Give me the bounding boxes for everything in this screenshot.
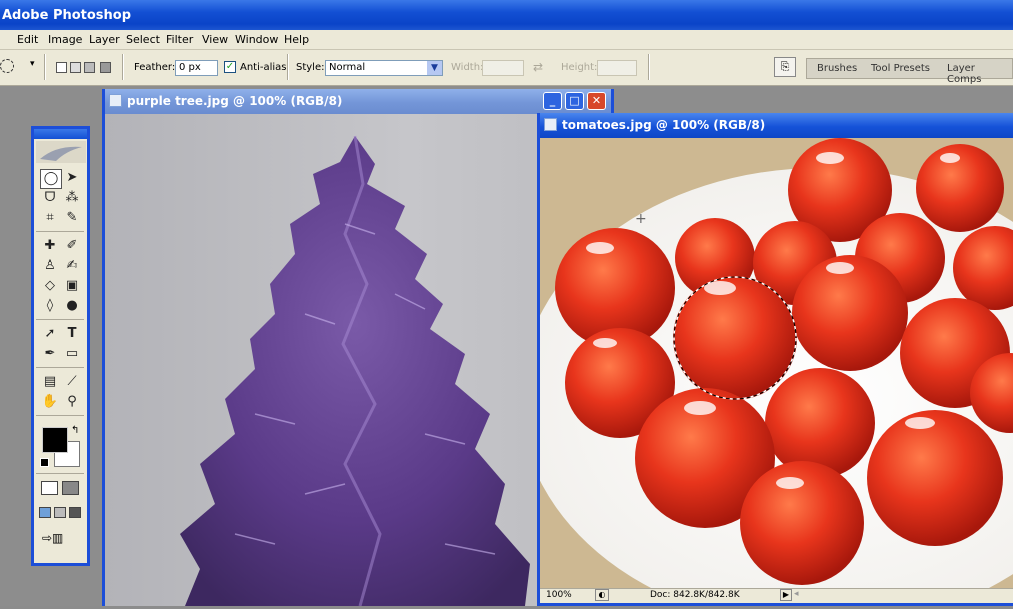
menu-image[interactable]: Image: [48, 33, 82, 46]
menu-layer[interactable]: Layer: [89, 33, 120, 46]
add-to-selection-icon[interactable]: [70, 62, 81, 73]
lasso-tool-icon[interactable]: ᗜ: [40, 189, 60, 207]
document-titlebar[interactable]: tomatoes.jpg @ 100% (RGB/8): [540, 113, 1013, 138]
status-preview-icon[interactable]: ◐: [595, 589, 609, 601]
zoom-tool-icon[interactable]: ⚲: [62, 393, 82, 411]
toolbox-titlebar[interactable]: [34, 129, 87, 139]
style-label: Style:: [296, 62, 325, 73]
maximize-button[interactable]: □: [565, 92, 584, 110]
document-icon: [109, 94, 122, 107]
foreground-color-swatch[interactable]: [42, 427, 68, 453]
zoom-level[interactable]: 100%: [546, 590, 572, 600]
notes-tool-icon[interactable]: ▤: [40, 373, 60, 391]
menu-view[interactable]: View: [202, 33, 228, 46]
eyedropper-tool-icon[interactable]: ⟋: [62, 373, 82, 391]
feather-input[interactable]: 0 px: [175, 60, 218, 76]
options-bar: ▾ Feather: 0 px ✓ Anti-alias Style: Norm…: [0, 50, 1013, 86]
intersect-selection-icon[interactable]: [100, 62, 111, 73]
healing-brush-tool-icon[interactable]: ✚: [40, 237, 60, 255]
status-menu-arrow-icon[interactable]: ▶: [780, 589, 792, 601]
palette-tab-brushes[interactable]: Brushes: [817, 63, 857, 74]
app-title: Adobe Photoshop: [2, 8, 132, 23]
full-screen-mode-icon[interactable]: [69, 507, 81, 518]
hand-tool-icon[interactable]: ✋: [40, 393, 60, 411]
toolbox: ◯ ➤ ᗜ ⁂ ⌗ ✎ ✚ ✐ ♙ ✍ ◇ ▣ ◊ ● ➚ T ✒ ▭ ▤ ⟋ …: [31, 126, 90, 566]
minimize-button[interactable]: _: [543, 92, 562, 110]
swap-dimensions-icon[interactable]: ⇄: [533, 60, 543, 74]
history-brush-tool-icon[interactable]: ✍: [62, 257, 82, 275]
dodge-tool-icon[interactable]: ●: [62, 297, 82, 315]
swap-colors-icon[interactable]: ↰: [71, 425, 79, 436]
feather-logo-icon[interactable]: [36, 141, 86, 163]
palette-tab-layer-comps[interactable]: Layer Comps: [947, 63, 1012, 85]
standard-mode-icon[interactable]: [41, 481, 58, 495]
menu-select[interactable]: Select: [126, 33, 160, 46]
purple-tree-image: [180, 135, 530, 607]
file-browser-icon[interactable]: ⎘: [774, 57, 796, 77]
palette-well: Brushes Tool Presets Layer Comps: [806, 58, 1013, 85]
style-select-value: Normal: [329, 62, 366, 73]
document-icon: [544, 118, 557, 131]
full-screen-menu-mode-icon[interactable]: [54, 507, 66, 518]
close-button[interactable]: ✕: [587, 92, 606, 110]
height-input[interactable]: [597, 60, 637, 76]
svg-text:+: +: [635, 211, 647, 227]
antialias-label: Anti-alias: [240, 62, 287, 73]
crop-tool-icon[interactable]: ⌗: [40, 209, 60, 227]
type-tool-icon[interactable]: T: [62, 325, 82, 343]
slice-tool-icon[interactable]: ✎: [62, 209, 82, 227]
ellipse-marquee-preset-icon[interactable]: [0, 59, 14, 73]
style-select[interactable]: Normal ▼: [325, 60, 443, 76]
palette-tab-tool-presets[interactable]: Tool Presets: [871, 63, 930, 74]
menu-help[interactable]: Help: [284, 33, 309, 46]
gradient-tool-icon[interactable]: ▣: [62, 277, 82, 295]
tomatoes-canvas[interactable]: +: [540, 138, 1013, 592]
rectangle-tool-icon[interactable]: ▭: [62, 345, 82, 363]
antialias-checkbox[interactable]: ✓: [224, 61, 236, 73]
magic-wand-tool-icon[interactable]: ⁂: [62, 189, 82, 207]
purple-tree-canvas[interactable]: [105, 114, 611, 607]
preset-dropdown-arrow-icon[interactable]: ▾: [30, 59, 35, 69]
app-title-bar: Adobe Photoshop: [0, 0, 1013, 30]
eraser-tool-icon[interactable]: ◇: [40, 277, 60, 295]
elliptical-marquee-tool-icon[interactable]: ◯: [40, 169, 62, 189]
chevron-down-icon[interactable]: ▼: [427, 61, 442, 75]
quick-mask-mode-icon[interactable]: [62, 481, 79, 495]
standard-screen-mode-icon[interactable]: [39, 507, 51, 518]
document-title: purple tree.jpg @ 100% (RGB/8): [127, 94, 343, 108]
default-colors-icon[interactable]: [40, 458, 49, 467]
menu-bar: Edit Image Layer Select Filter View Wind…: [0, 30, 1013, 50]
new-selection-icon[interactable]: [56, 62, 67, 73]
menu-filter[interactable]: Filter: [166, 33, 193, 46]
tomatoes-image: +: [540, 138, 1013, 592]
blur-tool-icon[interactable]: ◊: [40, 297, 60, 315]
menu-edit[interactable]: Edit: [17, 33, 38, 46]
document-status-bar: 100% ◐ Doc: 842.8K/842.8K ▶ ◂: [540, 588, 1013, 603]
jump-to-imageready-icon[interactable]: ⇨▥: [42, 531, 80, 547]
width-label: Width:: [451, 62, 484, 73]
brush-tool-icon[interactable]: ✐: [62, 237, 82, 255]
move-tool-icon[interactable]: ➤: [62, 169, 82, 187]
height-label: Height:: [561, 62, 598, 73]
width-input[interactable]: [482, 60, 524, 76]
document-titlebar[interactable]: purple tree.jpg @ 100% (RGB/8) _ □ ✕: [105, 89, 611, 114]
feather-label: Feather:: [134, 62, 176, 73]
menu-window[interactable]: Window: [235, 33, 278, 46]
path-selection-tool-icon[interactable]: ➚: [40, 325, 60, 343]
document-title: tomatoes.jpg @ 100% (RGB/8): [562, 118, 766, 132]
scroll-left-icon[interactable]: ◂: [794, 589, 799, 599]
pen-tool-icon[interactable]: ✒: [40, 345, 60, 363]
doc-size: Doc: 842.8K/842.8K: [650, 590, 740, 600]
subtract-selection-icon[interactable]: [84, 62, 95, 73]
clone-stamp-tool-icon[interactable]: ♙: [40, 257, 60, 275]
document-window-tomatoes[interactable]: tomatoes.jpg @ 100% (RGB/8) + 100% ◐ Doc…: [537, 113, 1013, 606]
